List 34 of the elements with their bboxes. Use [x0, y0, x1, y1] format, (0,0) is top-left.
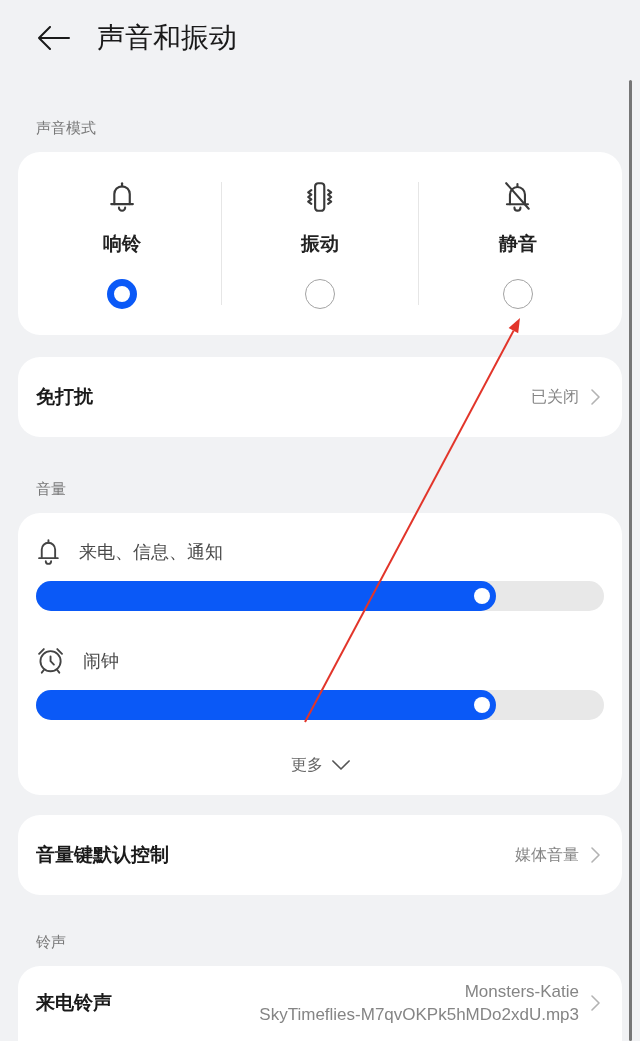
section-label: 音量 — [36, 480, 66, 497]
slider-label: 来电、信息、通知 — [78, 541, 223, 564]
row-value: 已关闭 — [531, 387, 579, 407]
chevron-right-icon — [591, 389, 600, 405]
volume-slider[interactable] — [36, 581, 604, 611]
mode-label: 振动 — [301, 232, 339, 256]
row-value: Monsters-Katie SkyTimeflies-M7qvOKPk5hMDo2xdU.mp3 — [259, 981, 579, 1026]
settings-row[interactable]: 免打扰 已关闭 — [18, 357, 622, 437]
row-label: 音量键默认控制 — [36, 843, 169, 867]
row-label: 免打扰 — [36, 385, 93, 409]
crossed-out-bell-icon — [505, 182, 531, 212]
bell-icon — [38, 539, 59, 565]
back-arrow-icon — [38, 26, 70, 50]
page-title: 声音和振动 — [97, 21, 237, 55]
chevron-right-icon — [591, 995, 600, 1011]
radio-button[interactable] — [502, 279, 533, 309]
section-label: 铃声 — [36, 933, 66, 950]
settings-row[interactable]: 音量键默认控制 媒体音量 — [18, 815, 622, 895]
back-button[interactable] — [38, 26, 70, 50]
bell-icon — [110, 182, 135, 212]
row-value: 媒体音量 — [515, 845, 579, 865]
volume-slider[interactable] — [36, 690, 604, 720]
vibrating-phone-icon — [307, 182, 333, 212]
mode-label: 响铃 — [103, 232, 142, 256]
radio-button[interactable] — [107, 279, 138, 309]
row-label: 来电铃声 — [36, 991, 112, 1015]
radio-button[interactable] — [305, 279, 335, 309]
section-label: 声音模式 — [36, 119, 96, 136]
slider-label: 闹钟 — [83, 650, 120, 673]
alarm-clock-icon — [38, 648, 64, 674]
more-button[interactable]: 更多 — [290, 753, 350, 777]
mode-label: 静音 — [498, 232, 537, 256]
chevron-right-icon — [591, 847, 600, 863]
settings-row[interactable]: 来电铃声 Monsters-Katie SkyTimeflies-M7qvOKPk5hMDo2xdU.mp3 — [18, 966, 622, 1041]
